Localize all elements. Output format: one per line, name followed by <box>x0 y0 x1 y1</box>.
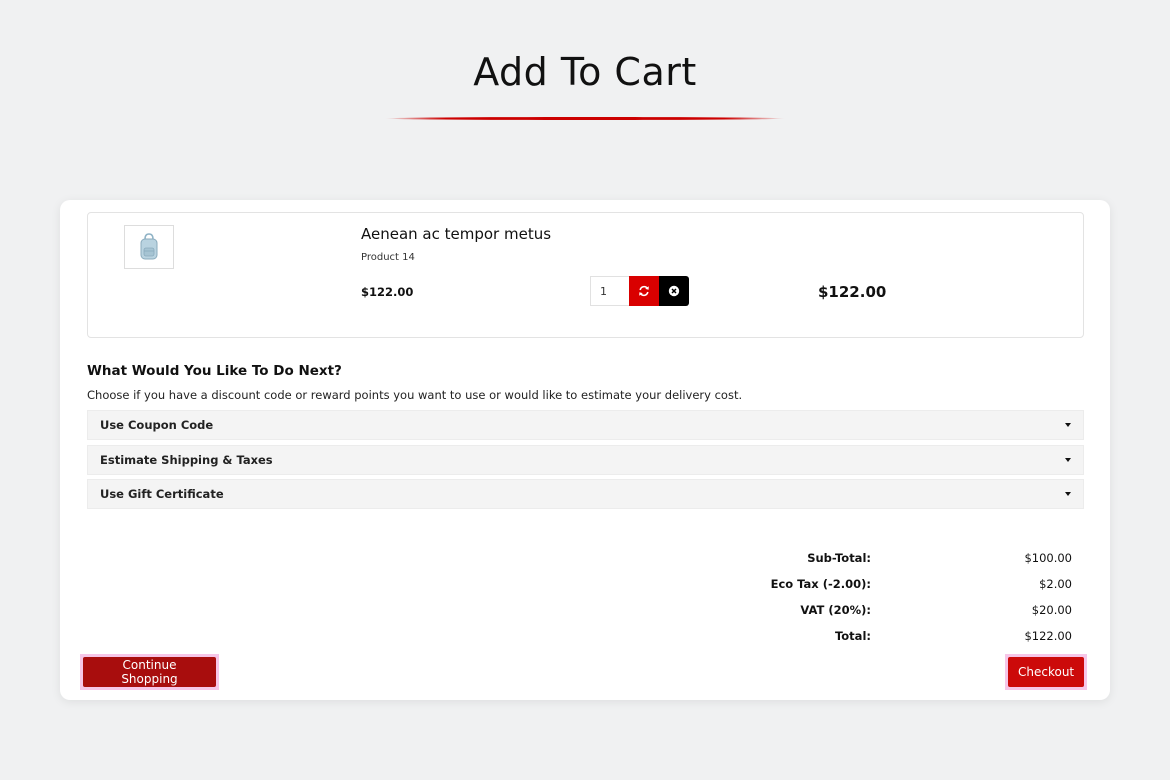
eco-tax-label: Eco Tax (-2.00): <box>770 577 871 591</box>
caret-down-icon <box>1065 458 1071 462</box>
continue-shopping-button[interactable]: Continue Shopping <box>83 657 216 687</box>
gift-certificate-panel[interactable]: Use Gift Certificate <box>87 479 1084 509</box>
subtotal-value: $100.00 <box>1024 551 1072 565</box>
next-steps-description: Choose if you have a discount code or re… <box>87 388 743 402</box>
product-name[interactable]: Aenean ac tempor metus <box>361 225 551 243</box>
caret-down-icon <box>1065 492 1071 496</box>
line-total: $122.00 <box>818 283 887 301</box>
totals-row: VAT (20%): $20.00 <box>660 597 1072 623</box>
update-quantity-button[interactable] <box>629 276 659 306</box>
cart-card: Aenean ac tempor metus Product 14 $122.0… <box>60 200 1110 700</box>
coupon-code-label: Use Coupon Code <box>100 418 214 432</box>
product-thumbnail[interactable] <box>124 225 174 269</box>
coupon-code-panel[interactable]: Use Coupon Code <box>87 410 1084 440</box>
product-model: Product 14 <box>361 252 415 263</box>
continue-button-highlight: Continue Shopping <box>80 654 219 690</box>
cart-item-row: Aenean ac tempor metus Product 14 $122.0… <box>87 212 1084 338</box>
total-value: $122.00 <box>1024 629 1072 643</box>
vat-label: VAT (20%): <box>800 603 871 617</box>
gift-certificate-label: Use Gift Certificate <box>100 487 224 501</box>
refresh-icon <box>639 285 649 297</box>
shipping-taxes-label: Estimate Shipping & Taxes <box>100 453 273 467</box>
unit-price: $122.00 <box>361 285 414 299</box>
remove-item-button[interactable] <box>659 276 689 306</box>
quantity-group <box>590 276 689 306</box>
quantity-input[interactable] <box>590 276 629 306</box>
subtotal-label: Sub-Total: <box>807 551 871 565</box>
checkout-button-highlight: Checkout <box>1005 654 1087 690</box>
totals-row: Eco Tax (-2.00): $2.00 <box>660 571 1072 597</box>
totals-row: Sub-Total: $100.00 <box>660 545 1072 571</box>
next-steps-heading: What Would You Like To Do Next? <box>87 363 342 379</box>
total-label: Total: <box>834 629 871 643</box>
checkout-button[interactable]: Checkout <box>1008 657 1084 687</box>
vat-value: $20.00 <box>1031 603 1072 617</box>
title-underline <box>385 117 785 120</box>
caret-down-icon <box>1065 423 1071 427</box>
shipping-taxes-panel[interactable]: Estimate Shipping & Taxes <box>87 445 1084 475</box>
page-title: Add To Cart <box>473 50 697 94</box>
eco-tax-value: $2.00 <box>1039 577 1072 591</box>
totals-row: Total: $122.00 <box>660 623 1072 649</box>
backpack-icon <box>140 233 158 260</box>
close-circle-icon <box>668 285 680 297</box>
totals-table: Sub-Total: $100.00 Eco Tax (-2.00): $2.0… <box>660 545 1072 649</box>
